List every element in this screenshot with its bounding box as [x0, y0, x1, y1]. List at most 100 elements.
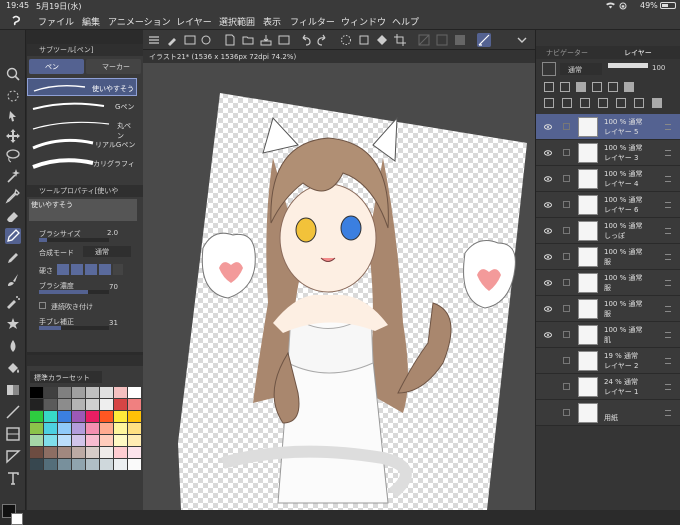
sub-color-swatch[interactable] [11, 513, 23, 525]
save-icon[interactable] [259, 33, 273, 47]
color-swatch[interactable] [114, 399, 127, 410]
tab-pen[interactable]: ペン [29, 59, 84, 74]
color-swatch[interactable] [58, 423, 71, 434]
text-icon[interactable] [5, 470, 21, 486]
color-swatch[interactable] [86, 411, 99, 422]
reference-layer-icon[interactable] [560, 82, 570, 92]
eraser-icon[interactable] [5, 208, 21, 224]
brush-item-3[interactable]: リアルGペン [27, 135, 137, 153]
color-swatch[interactable] [44, 435, 57, 446]
snap-special-icon[interactable] [435, 33, 449, 47]
color-swatch[interactable] [30, 387, 43, 398]
eye-icon[interactable] [544, 175, 552, 183]
new-folder-icon[interactable] [580, 98, 590, 108]
ruler-icon[interactable] [5, 448, 21, 464]
drag-handle-icon[interactable] [665, 202, 671, 208]
eye-icon[interactable] [544, 305, 552, 313]
undo-icon[interactable] [299, 33, 313, 47]
eye-icon[interactable] [544, 331, 552, 339]
copy-layer-icon[interactable] [598, 98, 608, 108]
tab-layer[interactable]: レイヤー [624, 48, 652, 58]
snap-grid-icon[interactable] [453, 33, 467, 47]
color-swatch[interactable] [72, 459, 85, 470]
hardness-selector[interactable] [57, 264, 123, 275]
layer-select-box[interactable] [563, 123, 570, 130]
menu-help[interactable]: ヘルプ [392, 15, 419, 28]
eye-icon[interactable] [544, 149, 552, 157]
brush-size-slider[interactable] [39, 238, 109, 242]
layer-move-icon[interactable] [183, 33, 197, 47]
eye-icon[interactable] [544, 383, 552, 391]
eyedropper-icon[interactable] [5, 188, 21, 204]
layer-select-box[interactable] [563, 305, 570, 312]
color-swatch[interactable] [44, 447, 57, 458]
layer-select-box[interactable] [563, 383, 570, 390]
export-icon[interactable] [277, 33, 291, 47]
color-swatch[interactable] [44, 411, 57, 422]
eye-icon[interactable] [544, 357, 552, 365]
layer-mask-icon[interactable] [634, 98, 644, 108]
layer-select-box[interactable] [563, 279, 570, 286]
lock-icon[interactable] [592, 82, 602, 92]
magic-wand-icon[interactable] [5, 168, 21, 184]
operation-tool-icon[interactable] [5, 108, 21, 124]
lasso-icon[interactable] [5, 148, 21, 164]
layer-select-box[interactable] [563, 201, 570, 208]
layer-row[interactable]: 100 % 通常 レイヤー 4 [536, 166, 680, 192]
menu-icon[interactable] [147, 33, 161, 47]
clip-icon[interactable] [544, 82, 554, 92]
layer-select-box[interactable] [563, 253, 570, 260]
color-swatch[interactable] [72, 423, 85, 434]
line-tool-icon[interactable] [477, 33, 491, 47]
move-icon[interactable] [5, 128, 21, 144]
pen-icon[interactable] [5, 228, 21, 244]
color-swatch[interactable] [44, 459, 57, 470]
layer-row[interactable]: 100 % 通常 レイヤー 6 [536, 192, 680, 218]
airbrush-icon[interactable] [5, 294, 21, 310]
menu-edit[interactable]: 編集 [82, 15, 100, 28]
fill-icon[interactable] [5, 360, 21, 376]
color-swatch[interactable] [58, 435, 71, 446]
brush-item-1[interactable]: Gペン [27, 97, 137, 115]
mask-icon[interactable] [624, 82, 634, 92]
menu-filter[interactable]: フィルター [290, 15, 335, 28]
color-swatch[interactable] [86, 387, 99, 398]
color-swatch[interactable] [128, 459, 141, 470]
drag-handle-icon[interactable] [665, 410, 671, 416]
tab-marker[interactable]: マーカー [86, 59, 141, 74]
layer-row[interactable]: 100 % 通常 レイヤー 3 [536, 140, 680, 166]
color-swatch[interactable] [30, 447, 43, 458]
chevron-down-icon[interactable] [515, 33, 529, 47]
layer-row[interactable]: 100 % 通常服 [536, 296, 680, 322]
layer-select-box[interactable] [563, 409, 570, 416]
drag-handle-icon[interactable] [665, 280, 671, 286]
color-swatch[interactable] [72, 435, 85, 446]
zoom-tool-icon[interactable] [5, 66, 21, 82]
layer-row[interactable]: 24 % 通常 レイヤー 1 [536, 374, 680, 400]
color-swatch[interactable] [72, 399, 85, 410]
color-swatch[interactable] [128, 399, 141, 410]
canvas-area[interactable]: イラスト21* (1536 x 1536px 72dpi 74.2%) [143, 50, 535, 510]
layer-row[interactable]: 100 % 通常 レイヤー 5 [536, 114, 680, 140]
layer-property-icon[interactable] [542, 62, 556, 76]
color-swatch[interactable] [100, 387, 113, 398]
color-swatch[interactable] [86, 399, 99, 410]
layer-row[interactable]: 19 % 通常 レイヤー 2 [536, 348, 680, 374]
brush-item-2[interactable]: 丸ペン [27, 116, 137, 140]
color-swatch[interactable] [114, 459, 127, 470]
density-slider[interactable] [39, 290, 109, 294]
brush-item-4[interactable]: カリグラフィ [27, 154, 137, 172]
drag-handle-icon[interactable] [665, 384, 671, 390]
color-swatch[interactable] [30, 399, 43, 410]
pencil-icon[interactable] [5, 250, 21, 266]
transform-icon[interactable] [357, 33, 371, 47]
quick-access-icon[interactable] [165, 33, 179, 47]
lock-alpha-icon[interactable] [608, 82, 618, 92]
drag-handle-icon[interactable] [665, 176, 671, 182]
figure-icon[interactable] [5, 404, 21, 420]
draft-layer-icon[interactable] [576, 82, 586, 92]
brush-icon[interactable] [5, 272, 21, 288]
illustration-canvas[interactable] [143, 63, 535, 510]
drag-handle-icon[interactable] [665, 150, 671, 156]
color-swatch[interactable] [72, 447, 85, 458]
